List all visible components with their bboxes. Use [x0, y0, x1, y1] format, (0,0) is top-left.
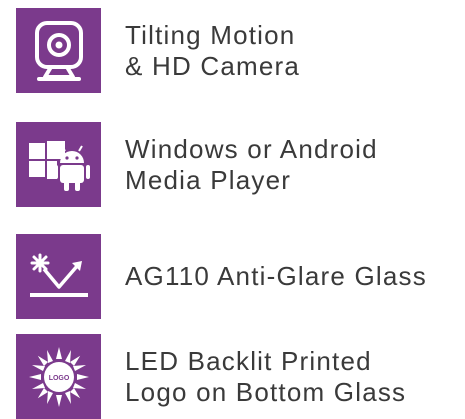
feature-anti-glare-text: AG110 Anti-Glare Glass	[125, 261, 427, 292]
feature-media-player-line-2: Media Player	[125, 164, 292, 195]
feature-camera: Tilting Motion & HD Camera	[16, 8, 300, 93]
feature-backlit-logo-line-2: Logo on Bottom Glass	[125, 376, 407, 407]
windows-android-icon	[16, 122, 101, 207]
feature-anti-glare-line-1: AG110 Anti-Glare Glass	[125, 261, 427, 291]
feature-camera-line-2: & HD Camera	[125, 50, 301, 81]
feature-camera-line-1: Tilting Motion	[125, 19, 296, 50]
anti-glare-icon	[16, 234, 101, 319]
feature-anti-glare: AG110 Anti-Glare Glass	[16, 234, 427, 319]
webcam-icon	[16, 8, 101, 93]
feature-backlit-logo-line-1: LED Backlit Printed	[125, 345, 372, 376]
feature-media-player-text: Windows or Android Media Player	[125, 134, 378, 196]
backlit-logo-icon-text: LOGO	[48, 375, 69, 382]
backlit-logo-icon: LOGO	[16, 334, 101, 419]
feature-media-player: Windows or Android Media Player	[16, 122, 378, 207]
feature-backlit-logo-text: LED Backlit Printed Logo on Bottom Glass	[125, 346, 406, 408]
feature-backlit-logo: LOGO LED Backlit Printed Logo on Bottom …	[16, 334, 406, 419]
feature-camera-text: Tilting Motion & HD Camera	[125, 20, 300, 82]
feature-media-player-line-1: Windows or Android	[125, 133, 378, 164]
